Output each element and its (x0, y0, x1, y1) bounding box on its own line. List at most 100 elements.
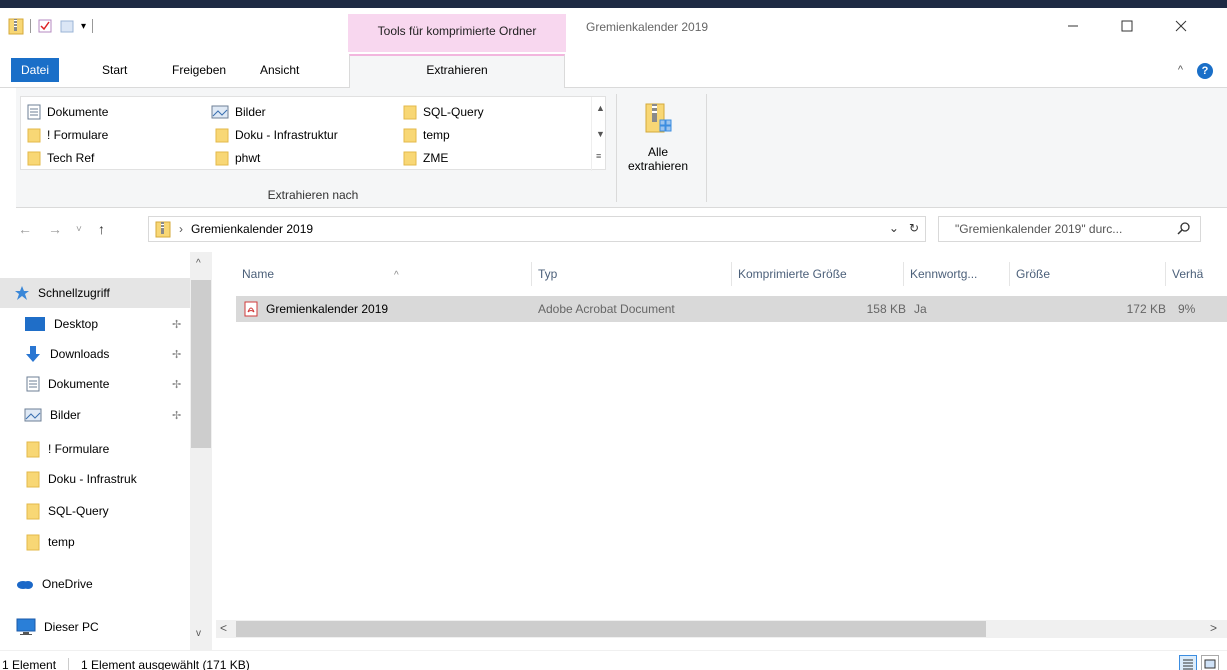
gallery-item-label: SQL-Query (423, 105, 484, 119)
group-label-extract-to: Extrahieren nach (267, 188, 359, 202)
column-header-type[interactable]: Typ (532, 262, 732, 286)
address-dropdown-icon[interactable]: ⌄ (889, 221, 899, 235)
pictures-icon (24, 408, 42, 422)
ribbon-collapse-icon[interactable]: ^ (1178, 64, 1183, 76)
tab-ansicht[interactable]: Ansicht (248, 58, 311, 82)
ribbon-group-separator (706, 94, 707, 202)
pictures-icon (211, 105, 229, 119)
column-header-password[interactable]: Kennwortg... (904, 262, 1010, 286)
address-bar-controls: ⌄ ↻ (889, 221, 919, 235)
nav-item-downloads[interactable]: Downloads ✢ (0, 339, 190, 369)
gallery-item-doku-infrastruktur[interactable]: Doku - Infrastruktur (215, 124, 338, 146)
qat-customize-icon[interactable]: ▾ (81, 21, 86, 32)
sort-ascending-icon: ^ (394, 270, 399, 281)
gallery-item-phwt[interactable]: phwt (215, 147, 260, 169)
scroll-right-icon[interactable]: > (1210, 621, 1217, 635)
star-icon (15, 286, 29, 300)
title-bar: ▾ Tools für komprimierte Ordner Gremienk… (0, 8, 1227, 52)
folder-icon (403, 128, 417, 143)
nav-item-doku-infrastruktur[interactable]: Doku - Infrastruk (0, 464, 190, 494)
nav-item-label: Dieser PC (44, 620, 99, 634)
maximize-button[interactable] (1104, 8, 1150, 44)
gallery-scroll-down-icon[interactable]: ▼ (596, 129, 605, 139)
nav-item-bilder[interactable]: Bilder ✢ (0, 400, 190, 430)
address-bar[interactable]: › Gremienkalender 2019 ⌄ ↻ (148, 216, 926, 242)
pin-icon[interactable]: ✢ (172, 378, 181, 391)
file-name: Gremienkalender 2019 (266, 302, 389, 316)
tab-datei[interactable]: Datei (11, 58, 60, 82)
large-icons-view-button[interactable] (1201, 655, 1219, 670)
extract-all-icon (645, 103, 672, 133)
table-row[interactable]: Gremienkalender 2019 Adobe Acrobat Docum… (236, 296, 1227, 322)
column-header-ratio[interactable]: Verhä (1166, 262, 1227, 286)
nav-item-formulare[interactable]: ! Formulare (0, 434, 190, 464)
folder-icon (27, 151, 41, 166)
details-view-button[interactable] (1179, 655, 1197, 670)
tab-extrahieren[interactable]: Extrahieren (349, 54, 565, 89)
cell-ratio: 9% (1178, 302, 1196, 316)
up-arrow-icon[interactable]: ↑ (98, 221, 105, 237)
gallery-item-tech-ref[interactable]: Tech Ref (27, 147, 94, 169)
gallery-item-bilder[interactable]: Bilder (211, 101, 266, 123)
nav-item-label: SQL-Query (48, 504, 109, 518)
gallery-item-zme[interactable]: ZME (403, 147, 448, 169)
status-selection: 1 Element ausgewählt (171 KB) (81, 657, 250, 670)
folder-icon (403, 105, 417, 120)
column-header-compressed-size[interactable]: Komprimierte Größe (732, 262, 904, 286)
pin-icon[interactable]: ✢ (172, 409, 181, 422)
gallery-item-temp[interactable]: temp (403, 124, 450, 146)
gallery-item-label: phwt (235, 151, 261, 165)
breadcrumb-current[interactable]: Gremienkalender 2019 (191, 222, 313, 236)
gallery-item-label: ! Formulare (47, 128, 109, 142)
gallery-item-sql-query[interactable]: SQL-Query (403, 101, 484, 123)
pdf-icon (244, 301, 258, 317)
scroll-down-icon[interactable]: v (196, 628, 201, 639)
back-arrow-icon[interactable]: ← (18, 221, 32, 237)
nav-pane-scroll-thumb[interactable] (191, 280, 211, 448)
nav-item-desktop[interactable]: Desktop ✢ (0, 309, 190, 339)
nav-pane-scrollbar[interactable]: ^ v (190, 252, 212, 650)
properties-icon[interactable] (37, 18, 53, 34)
recent-locations-icon[interactable]: ˅ (76, 224, 82, 235)
gallery-item-label: Dokumente (47, 105, 109, 119)
gallery-more-icon[interactable]: ≡ (596, 151, 601, 161)
nav-item-this-pc[interactable]: Dieser PC (0, 612, 190, 642)
refresh-icon[interactable]: ↻ (909, 221, 919, 235)
tab-start[interactable]: Start (90, 58, 139, 82)
nav-item-onedrive[interactable]: OneDrive (0, 569, 190, 599)
close-button[interactable] (1158, 8, 1204, 44)
breadcrumb-chevron-icon[interactable]: › (179, 222, 183, 236)
nav-item-quick-access[interactable]: Schnellzugriff (0, 278, 190, 308)
column-header-size[interactable]: Größe (1010, 262, 1166, 286)
tab-freigeben[interactable]: Freigeben (160, 58, 238, 82)
help-icon[interactable]: ? (1197, 63, 1213, 79)
nav-item-dokumente[interactable]: Dokumente ✢ (0, 369, 190, 399)
folder-icon (403, 151, 417, 166)
ribbon-tab-row: Datei Start Freigeben Ansicht Extrahiere… (0, 52, 1227, 89)
scroll-up-icon[interactable]: ^ (196, 258, 201, 269)
extract-all-label-line2: extrahieren (627, 159, 689, 173)
forward-arrow-icon[interactable]: → (48, 221, 62, 237)
nav-item-sql-query[interactable]: SQL-Query (0, 496, 190, 526)
search-box[interactable]: "Gremienkalender 2019" durc... (938, 216, 1201, 242)
scroll-left-icon[interactable]: < (220, 621, 227, 635)
documents-icon (27, 104, 41, 120)
pin-icon[interactable]: ✢ (172, 318, 181, 331)
file-list-horizontal-scrollbar[interactable]: < > (216, 620, 1227, 638)
extract-all-button[interactable]: Alle extrahieren (622, 98, 694, 184)
pin-icon[interactable]: ✢ (172, 348, 181, 361)
nav-item-temp[interactable]: temp (0, 527, 190, 557)
window-title: Gremienkalender 2019 (586, 20, 709, 34)
gallery-scroll-up-icon[interactable]: ▲ (596, 103, 605, 113)
navigation-row: ← → ˅ ↑ › Gremienkalender 2019 ⌄ ↻ "Grem… (0, 208, 1227, 248)
gallery-item-formulare[interactable]: ! Formulare (27, 124, 108, 146)
new-folder-icon[interactable] (59, 18, 75, 34)
horizontal-scroll-thumb[interactable] (236, 621, 986, 637)
gallery-scrollbar[interactable]: ▲ ▼ ≡ (591, 97, 607, 171)
column-header-name[interactable]: Name ^ (236, 262, 532, 286)
cloud-icon (17, 581, 33, 589)
gallery-item-dokumente[interactable]: Dokumente (27, 101, 108, 123)
desktop-icon (25, 317, 45, 331)
minimize-button[interactable] (1050, 8, 1096, 44)
ribbon-group-separator (616, 94, 617, 202)
